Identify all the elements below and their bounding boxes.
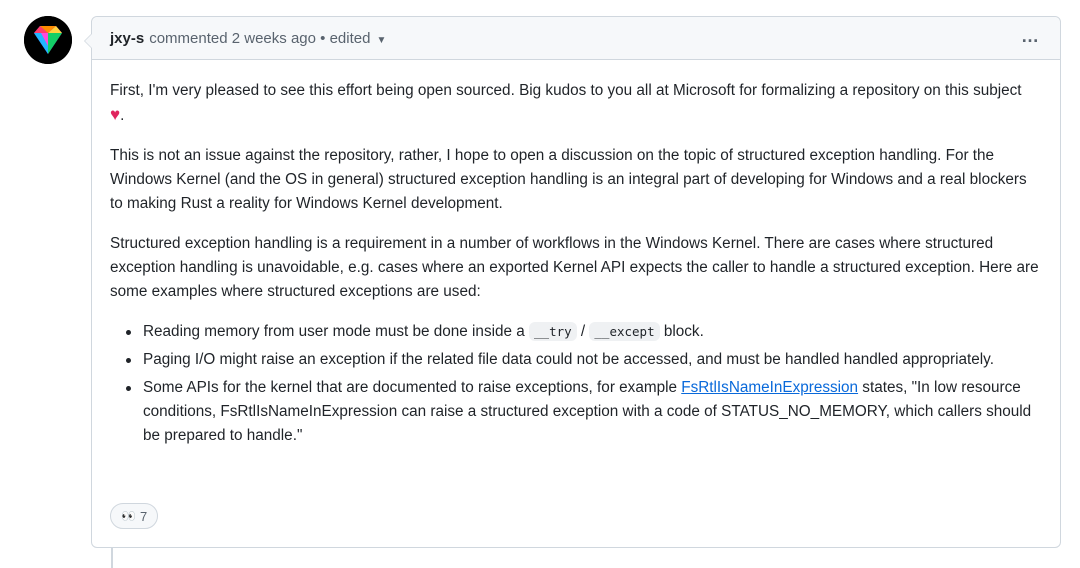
edited-dropdown[interactable]: edited ▼ — [330, 30, 387, 47]
paragraph-1-text: First, I'm very pleased to see this effo… — [110, 82, 1022, 99]
paragraph-1: First, I'm very pleased to see this effo… — [110, 79, 1040, 128]
inline-code-except: __except — [589, 322, 660, 341]
diamond-avatar-icon — [24, 16, 72, 64]
comment-header: jxy-s commented 2 weeks ago • edited ▼ … — [92, 17, 1060, 60]
inline-code-try: __try — [529, 322, 577, 341]
reaction-count: 7 — [139, 508, 148, 524]
avatar[interactable] — [24, 16, 72, 64]
list-item: Paging I/O might raise an exception if t… — [126, 348, 1040, 372]
bullet-1-before: Reading memory from user mode must be do… — [143, 323, 530, 340]
examples-list: Reading memory from user mode must be do… — [110, 320, 1040, 448]
heart-icon: ♥ — [110, 105, 121, 124]
eyes-icon: 👀 — [121, 509, 136, 523]
comment-action: commented — [149, 29, 228, 47]
comment-timestamp[interactable]: 2 weeks ago — [232, 30, 316, 47]
reaction-eyes-button[interactable]: 👀 7 — [110, 503, 159, 529]
paragraph-2: This is not an issue against the reposit… — [110, 147, 1027, 212]
more-options-button[interactable]: … — [1021, 27, 1040, 45]
fsrtl-doc-link[interactable]: FsRtlIsNameInExpression — [681, 379, 858, 396]
comment-box: jxy-s commented 2 weeks ago • edited ▼ … … — [84, 16, 1061, 548]
comment-author[interactable]: jxy-s — [110, 30, 144, 47]
chevron-down-icon: ▼ — [376, 34, 387, 46]
bullet-1-after: block. — [659, 323, 704, 340]
comment-body: First, I'm very pleased to see this effo… — [110, 79, 1040, 452]
paragraph-1-end: . — [120, 107, 125, 124]
list-item: Reading memory from user mode must be do… — [126, 320, 1040, 344]
timeline-line — [111, 548, 113, 568]
bullet-3-before: Some APIs for the kernel that are docume… — [143, 379, 682, 396]
list-item: Some APIs for the kernel that are docume… — [126, 376, 1040, 448]
separator-dot: • — [320, 29, 326, 47]
bullet-1-slash: / — [576, 323, 590, 340]
edited-label: edited — [329, 29, 371, 47]
paragraph-3: Structured exception handling is a requi… — [110, 235, 1039, 300]
